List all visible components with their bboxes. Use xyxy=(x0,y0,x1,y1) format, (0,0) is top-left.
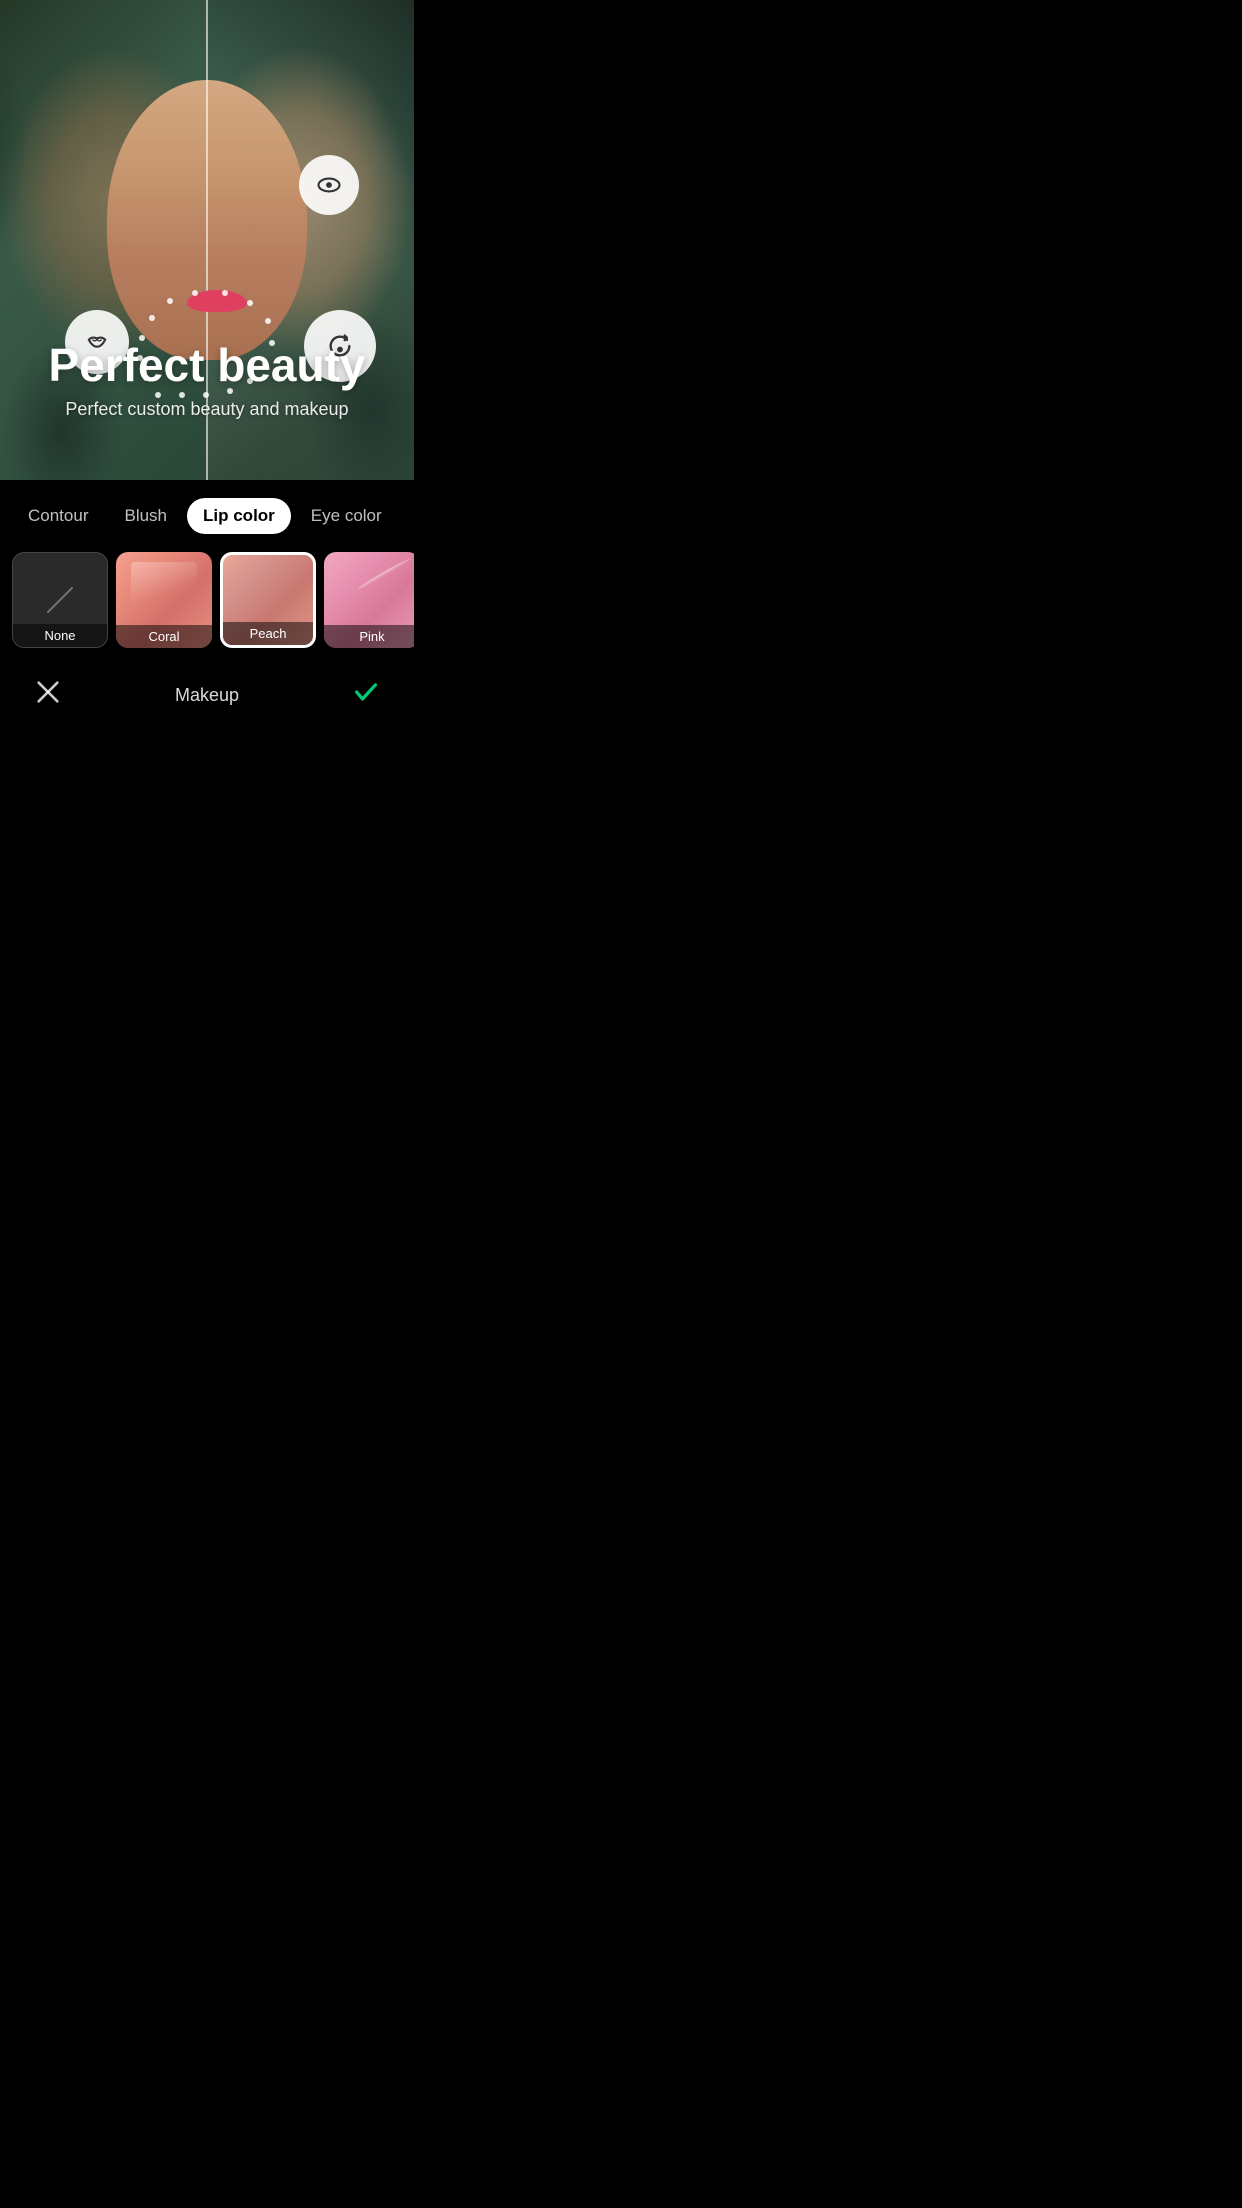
swatch-pink[interactable]: Pink xyxy=(324,552,414,648)
tab-lip-color[interactable]: Lip color xyxy=(187,498,291,534)
confirm-button[interactable] xyxy=(346,678,386,713)
tab-eyebrow[interactable]: Eyebr... xyxy=(402,498,414,534)
main-title: Perfect beauty xyxy=(20,340,394,391)
swatch-coral[interactable]: Coral xyxy=(116,552,212,648)
eye-icon-button[interactable] xyxy=(299,155,359,215)
bottom-title: Makeup xyxy=(175,685,239,706)
swatch-peach-label: Peach xyxy=(223,622,313,645)
tab-bar: Contour Blush Lip color Eye color Eyebr.… xyxy=(0,480,414,548)
swatch-coral-label: Coral xyxy=(116,625,212,648)
controls-panel: Contour Blush Lip color Eye color Eyebr.… xyxy=(0,480,414,737)
swatch-peach[interactable]: Peach xyxy=(220,552,316,648)
swatch-none[interactable]: None xyxy=(12,552,108,648)
tab-eye-color[interactable]: Eye color xyxy=(295,498,398,534)
photo-preview: Perfect beauty Perfect custom beauty and… xyxy=(0,0,414,480)
swatch-pink-label: Pink xyxy=(324,625,414,648)
swatch-none-label: None xyxy=(13,624,107,647)
cancel-button[interactable] xyxy=(28,678,68,713)
tab-blush[interactable]: Blush xyxy=(108,498,183,534)
swatches-row: None Coral Peach Pink Orange Red xyxy=(0,548,414,664)
bottom-bar: Makeup xyxy=(0,664,414,737)
tab-contour[interactable]: Contour xyxy=(12,498,104,534)
subtitle: Perfect custom beauty and makeup xyxy=(20,399,394,420)
text-overlay: Perfect beauty Perfect custom beauty and… xyxy=(0,340,414,420)
